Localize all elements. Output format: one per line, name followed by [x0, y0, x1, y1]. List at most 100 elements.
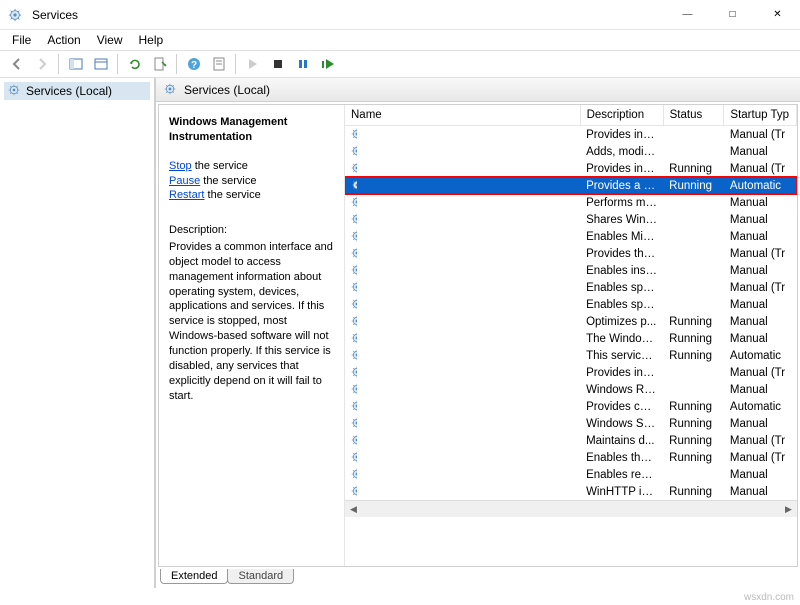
console-tree-panel: Services (Local): [0, 78, 155, 588]
cell-status: [663, 228, 724, 245]
cell-name: Windows Search: [345, 398, 357, 415]
cell-name: Windows Insider Service: [345, 126, 357, 143]
table-row[interactable]: Windows Media Player Network Sharin...Sh…: [345, 211, 797, 228]
cell-description: Provides infr...: [580, 160, 663, 177]
service-detail-pane: Windows Management Instrumentation Stop …: [159, 105, 344, 566]
cell-description: Enables inst...: [580, 262, 663, 279]
table-row[interactable]: Windows Remote Management (WS-... Windows…: [345, 381, 797, 398]
table-row[interactable]: Windows Insider ServiceProvides infr...M…: [345, 126, 797, 144]
view-tabs: Extended Standard: [156, 569, 800, 588]
tab-extended[interactable]: Extended: [160, 569, 228, 584]
cell-name: Windows Media Player Network Sharin...: [345, 211, 357, 228]
help-button[interactable]: ?: [182, 53, 205, 75]
table-row[interactable]: Windows Management ServicePerforms ma...…: [345, 194, 797, 211]
stop-service-link[interactable]: Stop: [169, 160, 192, 172]
column-header-name[interactable]: Name: [345, 105, 580, 126]
table-row[interactable]: Windows Update Medic ServiceEnables rem.…: [345, 466, 797, 483]
cell-description: Enables spat...: [580, 279, 663, 296]
cell-description: Optimizes p...: [580, 313, 663, 330]
minimize-button[interactable]: —: [665, 0, 710, 30]
cell-startup: Manual (Tr: [724, 432, 797, 449]
cell-startup: Manual: [724, 483, 797, 500]
table-row[interactable]: Windows Push Notifications System Se...T…: [345, 347, 797, 364]
table-row[interactable]: Windows Modules InstallerEnables inst...…: [345, 262, 797, 279]
cell-name: Windows Process Activation Service: [345, 330, 357, 347]
service-row-icon: [351, 128, 357, 142]
restart-service-link[interactable]: Restart: [169, 189, 204, 201]
properties-button[interactable]: [207, 53, 230, 75]
cell-startup: Manual (Tr: [724, 364, 797, 381]
scroll-right-arrow[interactable]: ▶: [780, 501, 797, 518]
back-button[interactable]: [5, 53, 28, 75]
service-row-icon: [351, 315, 357, 329]
horizontal-scrollbar[interactable]: ◀ ▶: [345, 500, 797, 517]
tab-standard[interactable]: Standard: [227, 569, 294, 584]
cell-name: Windows Mobile Hotspot Service: [345, 245, 357, 262]
table-row[interactable]: Windows Perception ServiceEnables spat..…: [345, 279, 797, 296]
cell-startup: Manual: [724, 143, 797, 160]
export-list-button[interactable]: [148, 53, 171, 75]
table-row[interactable]: Windows PushToInstall ServiceProvides in…: [345, 364, 797, 381]
table-row[interactable]: WinHTTP Web Proxy Auto-Discovery S...Win…: [345, 483, 797, 500]
cell-name: Windows PushToInstall Service: [345, 364, 357, 381]
show-hide-tree-button[interactable]: [64, 53, 87, 75]
table-row[interactable]: Windows Mixed Reality OpenXR ServiceEnab…: [345, 228, 797, 245]
cell-description: This service r...: [580, 347, 663, 364]
cell-description: Maintains d...: [580, 432, 663, 449]
window-title: Services: [32, 8, 665, 22]
cell-name: Windows Remote Management (WS-...: [345, 381, 357, 398]
service-list[interactable]: Name Description Status Startup Typ Wind…: [344, 105, 797, 566]
service-table: Name Description Status Startup Typ Wind…: [345, 105, 797, 500]
service-row-icon: [351, 230, 357, 244]
service-row-icon: [351, 162, 357, 176]
tree-node-services-local[interactable]: Services (Local): [4, 82, 150, 100]
refresh-button[interactable]: [123, 53, 146, 75]
menu-view[interactable]: View: [89, 31, 131, 49]
cell-description: Enables spat...: [580, 296, 663, 313]
pause-service-button[interactable]: [291, 53, 314, 75]
table-row[interactable]: Windows Management InstrumentationProvid…: [345, 177, 797, 194]
cell-name: WinHTTP Web Proxy Auto-Discovery S...: [345, 483, 357, 500]
cell-description: Provides a c...: [580, 177, 663, 194]
column-header-status[interactable]: Status: [663, 105, 724, 126]
stop-service-button[interactable]: [266, 53, 289, 75]
title-bar: Services — □ ✕: [0, 0, 800, 30]
scroll-left-arrow[interactable]: ◀: [345, 501, 362, 518]
column-header-description[interactable]: Description: [580, 105, 663, 126]
table-row[interactable]: Windows Mobile Hotspot ServiceProvides t…: [345, 245, 797, 262]
service-row-icon: [351, 451, 357, 465]
cell-description: Provides con...: [580, 398, 663, 415]
restart-service-button[interactable]: [316, 53, 339, 75]
cell-description: Windows Re...: [580, 381, 663, 398]
table-row[interactable]: Windows UpdateEnables the ...RunningManu…: [345, 449, 797, 466]
cell-name: Windows Mixed Reality OpenXR Service: [345, 228, 357, 245]
table-row[interactable]: Windows Presentation Foundation Fo... Opt…: [345, 313, 797, 330]
forward-button[interactable]: [30, 53, 53, 75]
menu-file[interactable]: File: [4, 31, 39, 49]
cell-name: Windows Time: [345, 432, 357, 449]
properties-toolbar-button[interactable]: [89, 53, 112, 75]
table-row[interactable]: Windows Security ServiceWindows Se...Run…: [345, 415, 797, 432]
table-row[interactable]: Windows License Manager ServiceProvides …: [345, 160, 797, 177]
cell-name: Windows Installer: [345, 143, 357, 160]
service-row-icon: [351, 417, 357, 431]
menu-help[interactable]: Help: [131, 31, 172, 49]
table-row[interactable]: Windows Process Activation ServiceThe Wi…: [345, 330, 797, 347]
table-row[interactable]: Windows InstallerAdds, modifi...Manual: [345, 143, 797, 160]
close-button[interactable]: ✕: [755, 0, 800, 30]
table-row[interactable]: Windows Perception Simulation ServiceEna…: [345, 296, 797, 313]
services-app-icon: [8, 8, 28, 22]
watermark: wsxdn.com: [744, 592, 794, 603]
svg-text:?: ?: [190, 60, 196, 71]
cell-status: [663, 381, 724, 398]
cell-name: Windows Presentation Foundation Fo...: [345, 313, 357, 330]
menu-action[interactable]: Action: [39, 31, 88, 49]
pause-service-link[interactable]: Pause: [169, 175, 200, 187]
maximize-button[interactable]: □: [710, 0, 755, 30]
column-header-startup[interactable]: Startup Typ: [724, 105, 797, 126]
start-service-button[interactable]: [241, 53, 264, 75]
menu-bar: File Action View Help: [0, 30, 800, 50]
table-row[interactable]: Windows TimeMaintains d...RunningManual …: [345, 432, 797, 449]
cell-startup: Manual: [724, 415, 797, 432]
table-row[interactable]: Windows SearchProvides con...RunningAuto…: [345, 398, 797, 415]
